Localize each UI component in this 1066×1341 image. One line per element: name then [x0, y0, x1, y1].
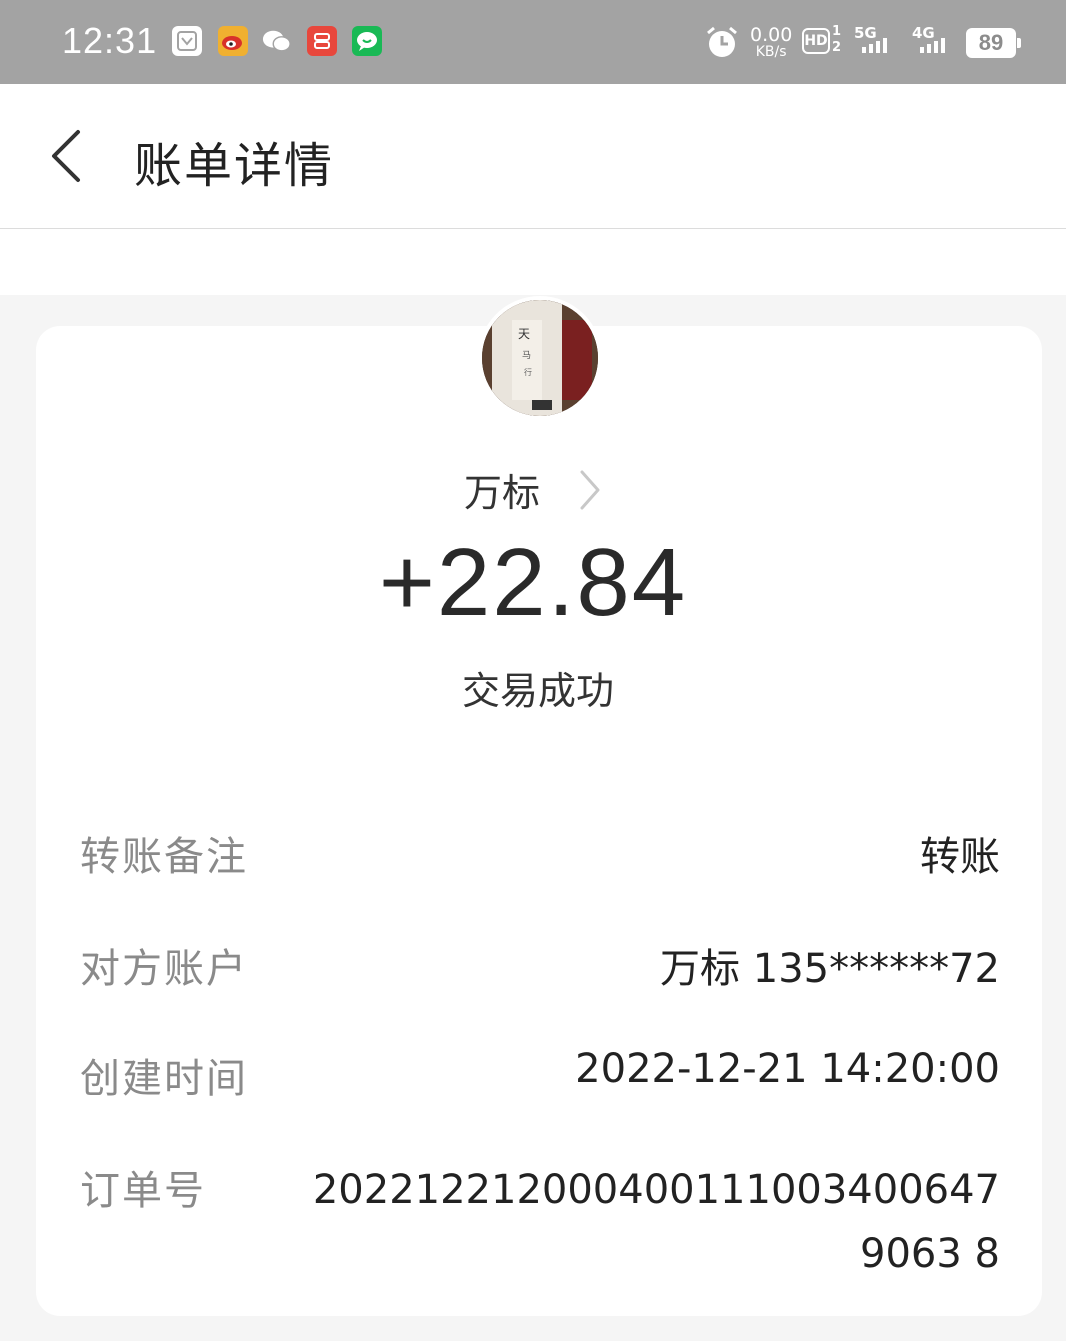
svg-text:天: 天	[518, 327, 530, 341]
sim2-label: 2	[832, 40, 842, 55]
time-value: 2022-12-21 14:20:00	[575, 1046, 1000, 1092]
network-speed-unit: KB/s	[755, 44, 787, 60]
chevron-right-icon[interactable]	[578, 468, 602, 512]
account-value: 万标 135******72	[660, 946, 1000, 992]
hd-badge: HD	[802, 28, 830, 54]
xiaohongshu-icon	[307, 26, 337, 56]
note-value: 转账	[920, 834, 1000, 880]
signal1-icon	[862, 38, 887, 53]
network-speed: 0.00 KB/s	[750, 24, 793, 61]
nav-bar: 账单详情	[0, 84, 1066, 229]
network-speed-value: 0.00	[750, 24, 793, 46]
status-bar: 12:31 0.00 KB/s HD 1 2 5G 4G 89	[0, 0, 1066, 84]
payee-avatar[interactable]: 天 马 行	[478, 296, 602, 420]
page-title: 账单详情	[134, 138, 335, 194]
transaction-status: 交易成功	[461, 669, 614, 713]
alarm-icon	[704, 24, 740, 64]
payee-row[interactable]: 万标	[0, 462, 1066, 517]
status-time: 12:31	[62, 20, 158, 61]
messages-icon	[352, 26, 382, 56]
payee-name: 万标	[463, 471, 540, 515]
transaction-amount: +22.84	[378, 529, 688, 636]
signal2-icon	[920, 38, 945, 53]
account-label: 对方账户	[80, 946, 248, 992]
sim1-label: 1	[832, 24, 842, 39]
svg-text:马: 马	[522, 350, 531, 361]
battery-indicator: 89	[966, 28, 1021, 58]
svg-text:行: 行	[524, 367, 532, 377]
weibo-icon	[218, 26, 248, 56]
wechat-icon	[262, 26, 292, 56]
header-band	[0, 229, 1066, 295]
screenshot-app-icon	[172, 26, 202, 56]
note-label: 转账备注	[80, 834, 248, 880]
chevron-left-icon[interactable]	[44, 128, 88, 184]
order-label: 订单号	[80, 1168, 206, 1214]
order-value[interactable]: 2022122120004001110034006479063 8	[300, 1158, 1000, 1286]
time-label: 创建时间	[80, 1056, 248, 1102]
